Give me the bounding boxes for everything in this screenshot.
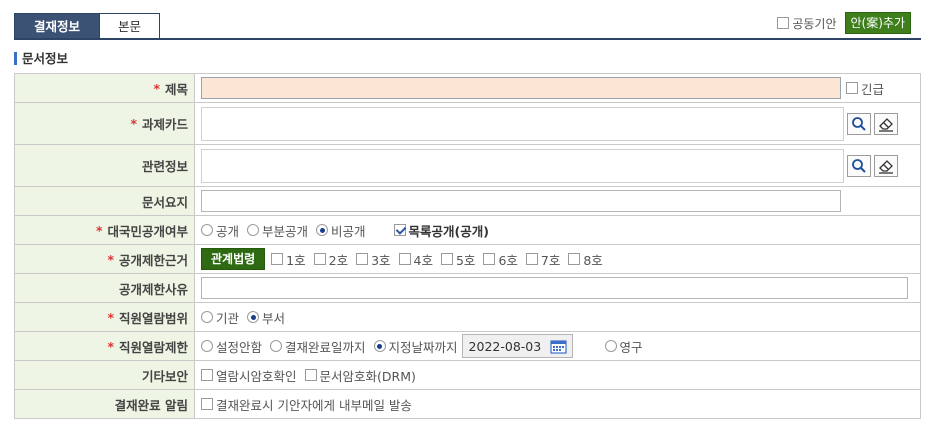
radio-none[interactable] <box>201 340 213 352</box>
row-viewing-limit: * 직원열람제한 설정안함 결재완료일까지 지정날짜까지 2022-08-03 영… <box>14 332 921 361</box>
calendar-icon[interactable] <box>549 339 567 354</box>
radio-until-date[interactable] <box>373 340 386 352</box>
row-public-status: * 대국민공개여부 공개 부분공개 비공개 목록공개(공개) <box>14 216 921 245</box>
required-mark: * <box>95 222 103 238</box>
clause-4[interactable]: 4호 <box>398 250 433 269</box>
radio-until-complete[interactable] <box>270 340 283 352</box>
required-mark: * <box>130 116 137 131</box>
top-actions: 공동기안 안(案)추가 <box>777 12 911 34</box>
related-info-search-button[interactable] <box>847 154 871 177</box>
restriction-basis-label: 공개제한근거 <box>118 252 188 268</box>
related-info-label: 관련정보 <box>141 159 188 174</box>
eraser-icon <box>879 159 893 174</box>
row-restriction-reason: 공개제한사유 <box>14 274 921 303</box>
radio-permanent[interactable] <box>604 340 617 352</box>
clause-checkbox[interactable] <box>313 253 326 265</box>
clause-6[interactable]: 6호 <box>483 250 518 269</box>
clause-checkbox[interactable] <box>440 253 453 265</box>
radio-public[interactable] <box>201 224 213 236</box>
public-option-public[interactable]: 공개 <box>201 221 239 240</box>
task-card-clear-button[interactable] <box>874 112 898 135</box>
date-picker-input[interactable]: 2022-08-03 <box>461 334 573 358</box>
search-icon <box>852 158 866 173</box>
joint-drafter-label: 공동기안 <box>792 16 837 31</box>
document-info-form: * 제목 긴급 * 과제카드 관련정보 문서요지 * 대국민공개여부 공개 부분… <box>14 73 921 419</box>
task-card-field[interactable] <box>201 106 844 141</box>
restriction-reason-input[interactable] <box>201 277 908 299</box>
clause-checkbox[interactable] <box>483 253 496 265</box>
limit-option-until-date[interactable]: 지정날짜까지 <box>373 337 458 356</box>
viewing-limit-label: 직원열람제한 <box>118 339 188 355</box>
urgent-label: 긴급 <box>861 81 885 97</box>
task-card-label: 과제카드 <box>141 117 188 132</box>
clause-8[interactable]: 8호 <box>568 250 603 269</box>
clause-1[interactable]: 1호 <box>271 250 306 269</box>
related-law-button[interactable]: 관계법령 <box>201 248 266 270</box>
row-restriction-basis: * 공개제한근거 관계법령 1호 2호 3호 4호 5호 6호 7호 8호 <box>14 245 921 274</box>
other-security-label: 기타보안 <box>141 368 188 384</box>
clause-checkbox[interactable] <box>398 253 411 265</box>
eraser-icon <box>879 117 893 132</box>
date-value: 2022-08-03 <box>468 338 542 354</box>
drm-checkbox[interactable] <box>304 369 317 381</box>
clause-checkbox[interactable] <box>568 253 581 265</box>
option-completion-mail[interactable]: 결재완료시 기안자에게 내부메일 발송 <box>201 395 412 414</box>
viewing-scope-label: 직원열람범위 <box>118 310 188 326</box>
scope-option-department[interactable]: 부서 <box>247 308 285 327</box>
task-card-search-button[interactable] <box>847 112 871 135</box>
clause-checkbox[interactable] <box>525 253 538 265</box>
clause-checkbox[interactable] <box>271 253 284 265</box>
radio-agency[interactable] <box>201 311 213 323</box>
tab-body[interactable]: 본문 <box>100 13 160 40</box>
clause-5[interactable]: 5호 <box>440 250 475 269</box>
scope-option-agency[interactable]: 기관 <box>201 308 239 327</box>
clause-2[interactable]: 2호 <box>313 250 348 269</box>
section-title: 문서정보 <box>14 51 68 66</box>
row-viewing-scope: * 직원열람범위 기관 부서 <box>14 303 921 332</box>
related-info-field[interactable] <box>201 148 844 183</box>
title-input[interactable] <box>201 77 841 99</box>
row-completion-alert: 결재완료 알림 결재완료시 기안자에게 내부메일 발송 <box>14 390 921 419</box>
completion-alert-label: 결재완료 알림 <box>114 397 188 413</box>
row-task-card: * 과제카드 <box>14 103 921 145</box>
urgent-checkbox[interactable] <box>846 82 858 94</box>
password-on-view-checkbox[interactable] <box>201 369 213 381</box>
required-mark: * <box>107 251 114 267</box>
public-status-label: 대국민공개여부 <box>107 223 188 239</box>
limit-option-none[interactable]: 설정안함 <box>201 337 262 356</box>
radio-partial[interactable] <box>247 224 260 236</box>
row-title: * 제목 긴급 <box>14 74 921 103</box>
joint-drafter-checkbox[interactable] <box>777 17 790 29</box>
tab-underline <box>14 38 921 40</box>
required-mark: * <box>107 338 114 354</box>
option-drm[interactable]: 문서암호화(DRM) <box>304 366 416 385</box>
limit-option-permanent[interactable]: 영구 <box>604 337 643 356</box>
public-option-partial[interactable]: 부분공개 <box>247 221 308 240</box>
title-label: 제목 <box>164 81 188 97</box>
add-draft-button[interactable]: 안(案)추가 <box>844 12 911 34</box>
radio-department[interactable] <box>247 311 260 323</box>
related-info-clear-button[interactable] <box>874 154 898 177</box>
list-public-checkbox[interactable] <box>393 224 406 236</box>
summary-input[interactable] <box>201 190 841 212</box>
clause-3[interactable]: 3호 <box>356 250 391 269</box>
required-mark: * <box>153 80 160 96</box>
restriction-reason-label: 공개제한사유 <box>118 281 188 297</box>
limit-option-until-complete[interactable]: 결재완료일까지 <box>270 337 366 356</box>
required-mark: * <box>107 309 114 325</box>
list-public-option[interactable]: 목록공개(공개) <box>393 221 489 240</box>
radio-private[interactable] <box>316 224 329 236</box>
summary-label: 문서요지 <box>141 194 188 210</box>
clause-checkbox[interactable] <box>356 253 369 265</box>
completion-mail-checkbox[interactable] <box>201 398 213 410</box>
row-related-info: 관련정보 <box>14 145 921 187</box>
row-summary: 문서요지 <box>14 187 921 216</box>
clause-7[interactable]: 7호 <box>525 250 560 269</box>
tab-approval-info[interactable]: 결재정보 <box>14 13 100 40</box>
option-password-on-view[interactable]: 열람시암호확인 <box>201 366 297 385</box>
search-icon <box>852 116 866 131</box>
row-other-security: 기타보안 열람시암호확인 문서암호화(DRM) <box>14 361 921 390</box>
public-option-private[interactable]: 비공개 <box>316 221 366 240</box>
